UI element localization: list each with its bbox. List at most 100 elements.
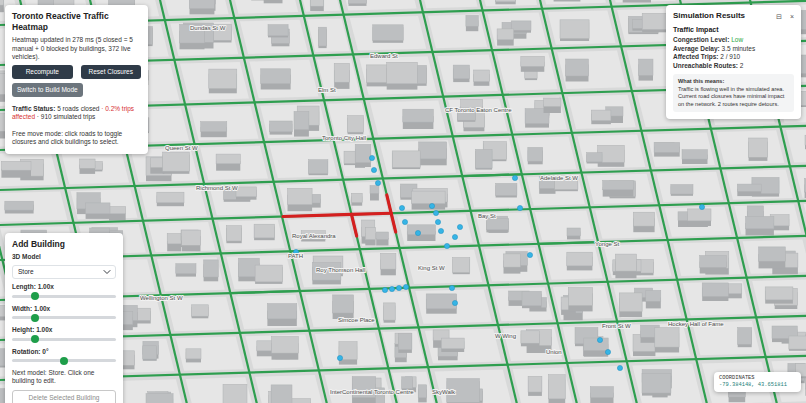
building (655, 328, 679, 347)
city-block (572, 366, 633, 403)
open-road[interactable] (539, 242, 599, 244)
city-block (435, 369, 514, 403)
building (702, 283, 728, 297)
action-button[interactable]: Recompute (12, 65, 73, 79)
buildings (0, 0, 806, 403)
panel-controls: ⊟× (776, 13, 794, 20)
model-select[interactable]: Store (12, 265, 116, 279)
building (466, 15, 478, 26)
building (453, 258, 470, 273)
city-block (325, 373, 395, 403)
explanation-title: What this means: (678, 78, 789, 86)
slider[interactable] (12, 292, 116, 301)
map-label: Simcoe Place (338, 317, 375, 323)
slider[interactable] (12, 335, 116, 344)
action-button[interactable]: Switch to Build Mode (12, 83, 83, 97)
building (746, 216, 774, 228)
city-block (397, 214, 472, 244)
city-block (537, 0, 606, 5)
city-block (425, 329, 502, 364)
city-block (606, 0, 675, 2)
open-road[interactable] (230, 291, 299, 293)
map-label: King St W (418, 265, 445, 271)
road (0, 201, 806, 226)
building (381, 253, 396, 269)
closed-road[interactable] (351, 213, 391, 214)
building (186, 349, 201, 359)
building (270, 121, 293, 132)
building (318, 27, 326, 46)
city-block (428, 14, 487, 48)
city-block (647, 132, 715, 166)
building (619, 293, 642, 312)
city-block (0, 191, 67, 221)
building (267, 304, 296, 319)
map-label: Toronto City Hall (322, 135, 366, 141)
minimize-icon[interactable]: ⊟ (776, 13, 782, 20)
slider[interactable] (12, 313, 116, 322)
building (497, 29, 514, 40)
building (474, 70, 490, 82)
vehicle-dot (527, 252, 532, 257)
city-block (218, 220, 285, 250)
delete-building-button[interactable]: Delete Selected Building (12, 390, 116, 403)
city-block (317, 59, 360, 97)
city-block (315, 332, 383, 366)
close-icon[interactable]: × (790, 13, 794, 20)
closed-count: 5 roads closed (57, 105, 99, 112)
slider-row: Width: 1.00x (12, 305, 116, 322)
slider[interactable] (12, 356, 116, 365)
metric-label: Average Delay: (673, 45, 720, 52)
update-info: Heatmap updated in 278 ms (5 closed = 5 … (12, 36, 141, 61)
action-button[interactable]: Reset Closures (81, 65, 142, 79)
closed-road[interactable] (351, 214, 356, 236)
vehicle-dot (337, 355, 342, 360)
building (403, 109, 434, 122)
map-label: Elm St (318, 87, 336, 93)
building (163, 152, 190, 171)
map-label: Yonge St (595, 241, 619, 247)
building (615, 254, 636, 271)
metric-label: Unreachable Routes: (673, 62, 738, 69)
panel-title: Toronto Reactive Traffic Heatmap (12, 11, 141, 33)
city-block (632, 364, 702, 403)
vehicle-dot (452, 234, 457, 239)
city-block (255, 375, 325, 403)
building (392, 151, 420, 168)
building (688, 209, 711, 221)
city-block (226, 255, 294, 289)
building (567, 252, 593, 266)
coordinates-value: -79.384148, 43.651811 (719, 382, 796, 389)
city-block (562, 325, 621, 359)
building-side (264, 0, 283, 3)
building (453, 65, 469, 79)
simulated-trips: · 910 simulated trips (37, 113, 96, 120)
building (80, 159, 96, 168)
building (639, 59, 654, 75)
building (143, 346, 157, 359)
city-block (508, 97, 567, 131)
city-block (186, 377, 256, 403)
city-block (200, 146, 268, 180)
vehicle-dot (444, 243, 449, 248)
closed-road[interactable] (387, 195, 391, 213)
map-label: SkyWalk (432, 389, 456, 395)
open-road[interactable] (462, 174, 522, 176)
building-side (370, 193, 379, 201)
city-block (683, 281, 751, 315)
city-block (527, 176, 585, 206)
control-panel: Toronto Reactive Traffic Heatmap Heatmap… (5, 5, 148, 154)
building-side (109, 213, 126, 220)
road-segments (230, 174, 598, 293)
building (426, 294, 457, 309)
city-block (587, 174, 654, 204)
closed-road[interactable] (283, 214, 351, 216)
map-view[interactable]: Dundas St WEdward StElm StCF Toronto Eat… (0, 0, 806, 403)
building (749, 138, 768, 157)
metric-label: Congestion Level: (673, 36, 729, 43)
building (671, 185, 693, 195)
city-block (389, 179, 464, 209)
closed-road[interactable] (391, 213, 395, 232)
model-label: 3D Model (12, 253, 116, 261)
city-block (467, 178, 525, 208)
